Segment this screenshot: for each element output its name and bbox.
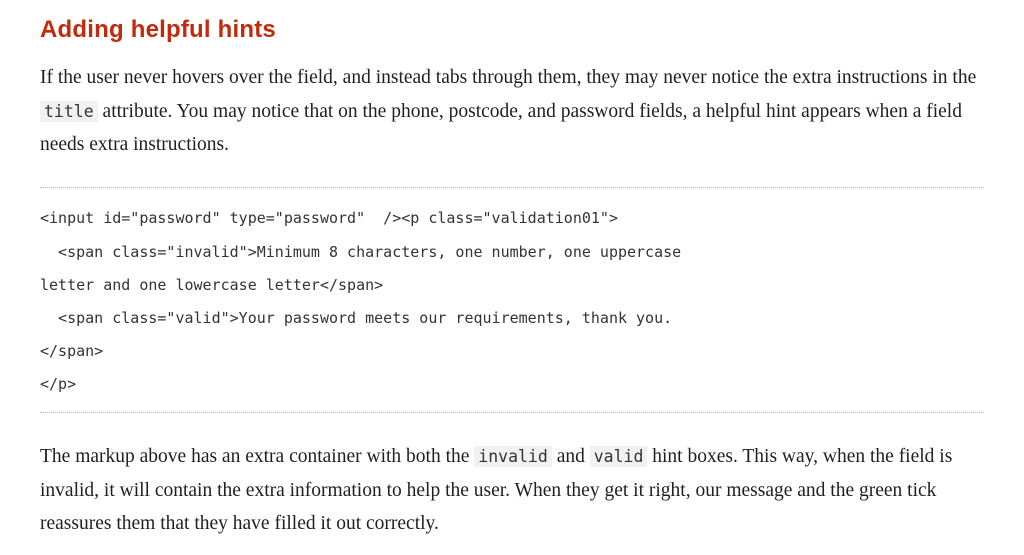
intro-text-before: If the user never hovers over the field,…	[40, 67, 977, 88]
code-line: </p>	[40, 375, 77, 393]
explanation-text-2: and	[551, 446, 590, 467]
article-page: Adding helpful hints If the user never h…	[0, 0, 1024, 555]
explanation-text-1: The markup above has an extra container …	[40, 446, 475, 467]
code-block: <input id="password" type="password" /><…	[40, 187, 984, 413]
intro-text-after: attribute. You may notice that on the ph…	[40, 100, 962, 156]
inline-code-title: title	[40, 100, 98, 122]
code-line: <span class="valid">Your password meets …	[40, 309, 673, 327]
explanation-paragraph: The markup above has an extra container …	[40, 440, 1000, 541]
code-line: </span>	[40, 342, 104, 360]
inline-code-valid: valid	[589, 446, 648, 467]
intro-paragraph: If the user never hovers over the field,…	[40, 61, 1000, 162]
code-line: <span class="invalid">Minimum 8 characte…	[40, 243, 682, 261]
code-line: letter and one lowercase letter</span>	[40, 276, 384, 294]
code-line: <input id="password" type="password" /><…	[40, 209, 618, 227]
inline-code-invalid: invalid	[474, 446, 552, 467]
section-heading: Adding helpful hints	[40, 16, 276, 43]
